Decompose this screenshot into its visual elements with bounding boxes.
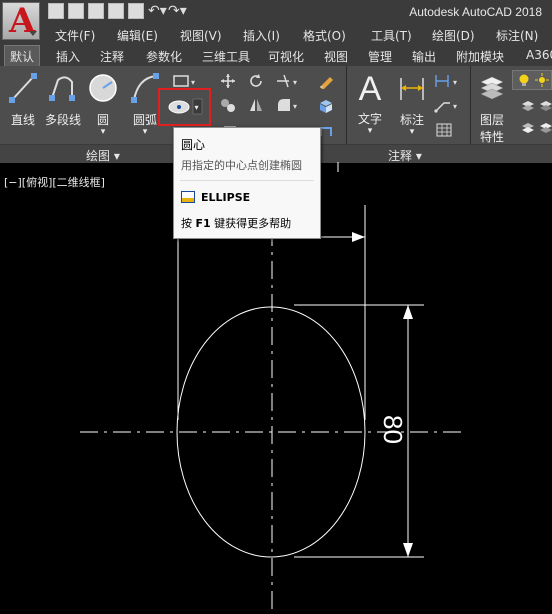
tab-annotate[interactable]: 注释	[100, 48, 124, 65]
mirror-icon[interactable]	[248, 97, 264, 113]
tab-insert[interactable]: 插入	[56, 48, 80, 65]
svg-text:▾: ▾	[293, 78, 297, 87]
chevron-down-icon[interactable]: ▾	[128, 128, 162, 137]
save-icon[interactable]	[88, 3, 104, 19]
tooltip-title: 圆心	[181, 138, 206, 152]
svg-text:▾: ▾	[293, 102, 297, 111]
application-menu-button[interactable]: A	[2, 1, 40, 41]
layer-properties-icon	[480, 76, 504, 100]
tab-manage[interactable]: 管理	[368, 48, 392, 65]
menu-bar: 文件(F) 编辑(E) 视图(V) 插入(I) 格式(O) 工具(T) 绘图(D…	[0, 24, 552, 44]
text-label: 文字	[357, 112, 382, 126]
caret-down-icon	[29, 31, 37, 36]
tab-default[interactable]: 默认	[4, 45, 41, 67]
chevron-down-icon[interactable]: ▾	[87, 128, 119, 137]
arrowhead	[403, 305, 413, 319]
circle-icon	[89, 74, 117, 102]
rectangle-icon[interactable]: ▾	[172, 74, 198, 88]
lightbulb-icon	[519, 74, 529, 86]
menu-insert[interactable]: 插入(I)	[243, 27, 280, 44]
polyline-label: 多段线	[44, 113, 81, 127]
text-button[interactable]: A 文字 ▾	[354, 70, 386, 136]
quick-access-toolbar: ↶▾ ↷▾	[48, 3, 187, 19]
chevron-down-icon[interactable]: ▾	[354, 127, 386, 136]
tab-addins[interactable]: 附加模块	[456, 48, 504, 65]
ribbon-tab-bar: 默认 插入 注释 参数化 三维工具 可视化 视图 管理 输出 附加模块 A360	[0, 44, 552, 67]
dimension-icon	[400, 78, 424, 100]
svg-text:▾: ▾	[453, 102, 457, 111]
move-icon[interactable]	[220, 73, 236, 89]
circle-button[interactable]: 圆 ▾	[87, 72, 119, 137]
print-icon[interactable]	[128, 3, 144, 19]
svg-text:▾: ▾	[453, 78, 457, 87]
rotate-icon[interactable]	[248, 73, 264, 89]
circle-label: 圆	[96, 113, 109, 127]
polyline-icon	[49, 76, 75, 101]
arrowhead	[403, 543, 413, 557]
text-icon: A	[358, 70, 382, 108]
line-button[interactable]: 直线	[6, 72, 40, 128]
trim-icon[interactable]: ▾	[276, 73, 304, 89]
command-icon	[181, 191, 195, 203]
new-icon[interactable]	[48, 3, 64, 19]
tooltip-divider	[180, 180, 314, 181]
saveas-icon[interactable]	[108, 3, 124, 19]
layer-dropdown[interactable]	[512, 70, 552, 90]
leader-icon[interactable]: ▾	[434, 97, 464, 113]
menu-view[interactable]: 视图(V)	[180, 27, 222, 44]
sun-icon	[535, 73, 549, 87]
menu-format[interactable]: 格式(O)	[303, 27, 346, 44]
tab-view[interactable]: 视图	[324, 48, 348, 65]
layer-freeze-icon[interactable]	[538, 120, 552, 136]
tooltip-help: 按 F1 键获得更多帮助	[181, 215, 291, 231]
ellipse-tooltip: 圆心 用指定的中心点创建椭圆 ELLIPSE 按 F1 键获得更多帮助	[173, 127, 321, 239]
layer-properties-button[interactable]: 图层 特性	[474, 72, 510, 145]
arrowhead	[352, 232, 365, 242]
dimension-label: 标注	[399, 113, 424, 127]
tooltip-help-suffix: 键获得更多帮助	[210, 217, 292, 230]
explode-icon[interactable]	[318, 97, 334, 113]
menu-dimension[interactable]: 标注(N)	[496, 27, 538, 44]
tooltip-help-prefix: 按	[181, 217, 196, 230]
fillet-icon[interactable]: ▾	[276, 97, 304, 113]
tooltip-help-key: F1	[195, 217, 211, 230]
app-title: Autodesk AutoCAD 2018	[409, 5, 542, 19]
copy-icon[interactable]	[220, 97, 236, 113]
redo-icon[interactable]: ↷▾	[168, 3, 187, 19]
layer-match-icon[interactable]	[520, 120, 536, 136]
tab-visualize[interactable]: 可视化	[268, 48, 304, 65]
layer-isolate-icon[interactable]	[538, 98, 552, 114]
tab-output[interactable]: 输出	[412, 48, 436, 65]
tab-a360[interactable]: A360	[526, 48, 552, 62]
layer-state-icon[interactable]	[520, 98, 536, 114]
menu-edit[interactable]: 编辑(E)	[117, 27, 158, 44]
dimension-text: 80	[378, 415, 408, 444]
dimension-button[interactable]: 标注 ▾	[395, 72, 429, 137]
table-icon[interactable]	[436, 122, 452, 138]
arc-label: 圆弧	[132, 113, 157, 127]
line-icon	[9, 73, 37, 103]
undo-icon[interactable]: ↶▾	[148, 3, 167, 19]
menu-tools[interactable]: 工具(T)	[371, 27, 412, 44]
chevron-down-icon[interactable]: ▾	[395, 128, 429, 137]
line-label: 直线	[10, 113, 35, 127]
menu-draw[interactable]: 绘图(D)	[432, 27, 475, 44]
tab-parametric[interactable]: 参数化	[146, 48, 182, 65]
layer-label-line1: 图层	[479, 113, 504, 127]
erase-icon[interactable]	[318, 73, 334, 89]
polyline-button[interactable]: 多段线	[42, 72, 84, 128]
menu-file[interactable]: 文件(F)	[55, 27, 95, 44]
layer-label-line2: 特性	[479, 130, 504, 144]
tab-3d-tools[interactable]: 三维工具	[202, 48, 250, 65]
svg-text:▾: ▾	[191, 78, 195, 87]
arc-button[interactable]: 圆弧 ▾	[128, 72, 162, 137]
open-icon[interactable]	[68, 3, 84, 19]
title-bar: ↶▾ ↷▾ Autodesk AutoCAD 2018	[0, 0, 552, 24]
linear-dimension-icon[interactable]: ▾	[434, 73, 464, 89]
tooltip-description: 用指定的中心点创建椭圆	[181, 159, 302, 172]
ellipse-button-highlight	[158, 88, 211, 126]
tooltip-command: ELLIPSE	[201, 191, 251, 204]
arc-icon	[131, 73, 159, 103]
